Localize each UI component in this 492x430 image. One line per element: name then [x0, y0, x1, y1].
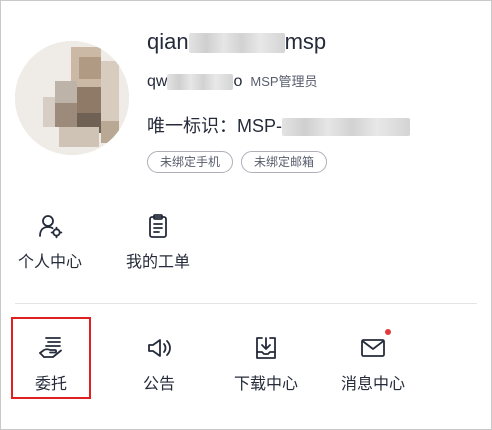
- avatar[interactable]: [15, 41, 129, 155]
- unread-dot: [385, 329, 391, 335]
- highlight-box: [11, 317, 91, 399]
- redacted-block: [282, 118, 410, 137]
- username-suffix: msp: [284, 29, 327, 54]
- user-settings-icon: [37, 213, 63, 239]
- shortcut-label: 下载中心: [233, 376, 298, 393]
- bind-phone-tag[interactable]: 未绑定手机: [147, 151, 234, 173]
- download-tray-icon: [253, 335, 279, 361]
- role-label: MSP管理员: [250, 74, 318, 89]
- megaphone-icon: [146, 335, 172, 361]
- unique-id-label: 唯一标识：: [147, 116, 237, 136]
- username: qian msp: [147, 27, 326, 57]
- shortcut-message-center[interactable]: 消息中心: [328, 329, 418, 395]
- bind-email-tag[interactable]: 未绑定邮箱: [241, 151, 328, 173]
- user-menu-panel: qian msp qw o MSP管理员 唯一标识：MSP- 未绑定手机 未绑定邮箱 …: [0, 0, 492, 430]
- unique-id-row: 唯一标识：MSP-: [147, 113, 410, 139]
- shortcut-download-center[interactable]: 下载中心: [221, 335, 311, 395]
- binding-tags: 未绑定手机 未绑定邮箱: [147, 151, 328, 173]
- section-divider: [15, 303, 477, 304]
- shortcut-label: 我的工单: [125, 254, 190, 271]
- mail-icon: [360, 329, 391, 361]
- redacted-block: [188, 33, 285, 54]
- redacted-block: [167, 74, 234, 90]
- username-prefix: qian: [147, 29, 189, 54]
- account-suffix: o: [233, 73, 243, 91]
- shortcut-my-tickets[interactable]: 我的工单: [113, 213, 203, 273]
- shortcut-personal-center[interactable]: 个人中心: [5, 213, 95, 273]
- shortcut-label: 个人中心: [17, 254, 82, 271]
- unique-id-prefix: MSP-: [237, 116, 282, 136]
- account-row: qw o MSP管理员: [147, 71, 318, 93]
- shortcut-announcement[interactable]: 公告: [114, 335, 204, 395]
- account-prefix: qw: [147, 73, 168, 91]
- shortcut-label: 公告: [142, 376, 175, 393]
- shortcut-label: 消息中心: [340, 376, 405, 393]
- clipboard-icon: [145, 213, 171, 239]
